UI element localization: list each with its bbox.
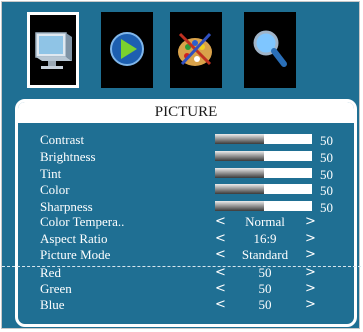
blue-label: Blue	[40, 297, 65, 312]
setup-menu-tab[interactable]	[170, 12, 222, 88]
color-temperature-label: Color Tempera..	[40, 214, 125, 229]
chevron-right-icon[interactable]: >	[305, 297, 316, 313]
tint-row[interactable]: Tint 50	[2, 166, 359, 182]
brightness-slider-fill	[215, 151, 264, 161]
color-row[interactable]: Color 50	[2, 182, 359, 198]
picture-mode-label: Picture Mode	[40, 247, 111, 262]
color-value: 50	[320, 183, 333, 198]
color-label: Color	[40, 182, 70, 197]
chevron-left-icon[interactable]: <	[215, 247, 226, 263]
tint-slider-fill	[215, 168, 264, 178]
contrast-slider-fill	[215, 134, 264, 144]
picture-icon	[35, 32, 72, 69]
blue-value: 50	[258, 297, 272, 312]
chevron-right-icon[interactable]: >	[305, 281, 316, 297]
contrast-value: 50	[320, 133, 333, 148]
chevron-right-icon[interactable]: >	[305, 214, 316, 230]
chevron-left-icon[interactable]: <	[215, 281, 226, 297]
play-icon	[110, 32, 144, 66]
chevron-right-icon[interactable]: >	[305, 231, 316, 247]
picture-menu-tab[interactable]	[27, 12, 79, 88]
search-icon	[253, 30, 287, 67]
aspect-ratio-value: 16:9	[253, 231, 277, 246]
green-value: 50	[258, 281, 272, 296]
contrast-row[interactable]: Contrast 50	[2, 132, 359, 148]
red-row[interactable]: Red < 50 >	[2, 265, 359, 281]
tint-slider[interactable]	[215, 168, 312, 178]
red-value: 50	[258, 265, 272, 280]
color-slider-fill	[215, 184, 264, 194]
brightness-value: 50	[320, 150, 333, 165]
green-row[interactable]: Green < 50 >	[2, 281, 359, 297]
contrast-label: Contrast	[40, 132, 85, 147]
sharpness-slider-fill	[215, 201, 264, 211]
brightness-label: Brightness	[40, 149, 96, 164]
chevron-left-icon[interactable]: <	[215, 265, 226, 281]
chevron-right-icon[interactable]: >	[305, 247, 316, 263]
aspect-ratio-label: Aspect Ratio	[40, 231, 108, 246]
chevron-right-icon[interactable]: >	[305, 265, 316, 281]
color-temperature-value: Normal	[245, 214, 285, 229]
brightness-slider[interactable]	[215, 151, 312, 161]
sharpness-slider[interactable]	[215, 201, 312, 211]
chevron-left-icon[interactable]: <	[215, 231, 226, 247]
chevron-left-icon[interactable]: <	[215, 214, 226, 230]
search-menu-tab[interactable]	[244, 12, 296, 88]
color-slider[interactable]	[215, 184, 312, 194]
contrast-slider[interactable]	[215, 134, 312, 144]
picture-mode-row[interactable]: Picture Mode < Standard >	[2, 247, 359, 263]
brightness-row[interactable]: Brightness 50	[2, 149, 359, 165]
aspect-ratio-row[interactable]: Aspect Ratio < 16:9 >	[2, 231, 359, 247]
tint-value: 50	[320, 167, 333, 182]
sharpness-row[interactable]: Sharpness 50	[2, 199, 359, 215]
chevron-left-icon[interactable]: <	[215, 297, 226, 313]
sound-menu-tab[interactable]	[101, 12, 153, 88]
red-label: Red	[40, 265, 61, 280]
sharpness-label: Sharpness	[40, 199, 93, 214]
picture-mode-value: Standard	[241, 247, 289, 262]
green-label: Green	[40, 281, 72, 296]
blue-row[interactable]: Blue < 50 >	[2, 297, 359, 313]
color-temperature-row[interactable]: Color Tempera.. < Normal >	[2, 214, 359, 230]
osd-menu: PICTURE Contrast 50 Brightness 50 Tint 5…	[1, 1, 361, 329]
panel-title: PICTURE	[18, 102, 354, 123]
palette-icon	[178, 32, 212, 66]
tint-label: Tint	[40, 166, 62, 181]
